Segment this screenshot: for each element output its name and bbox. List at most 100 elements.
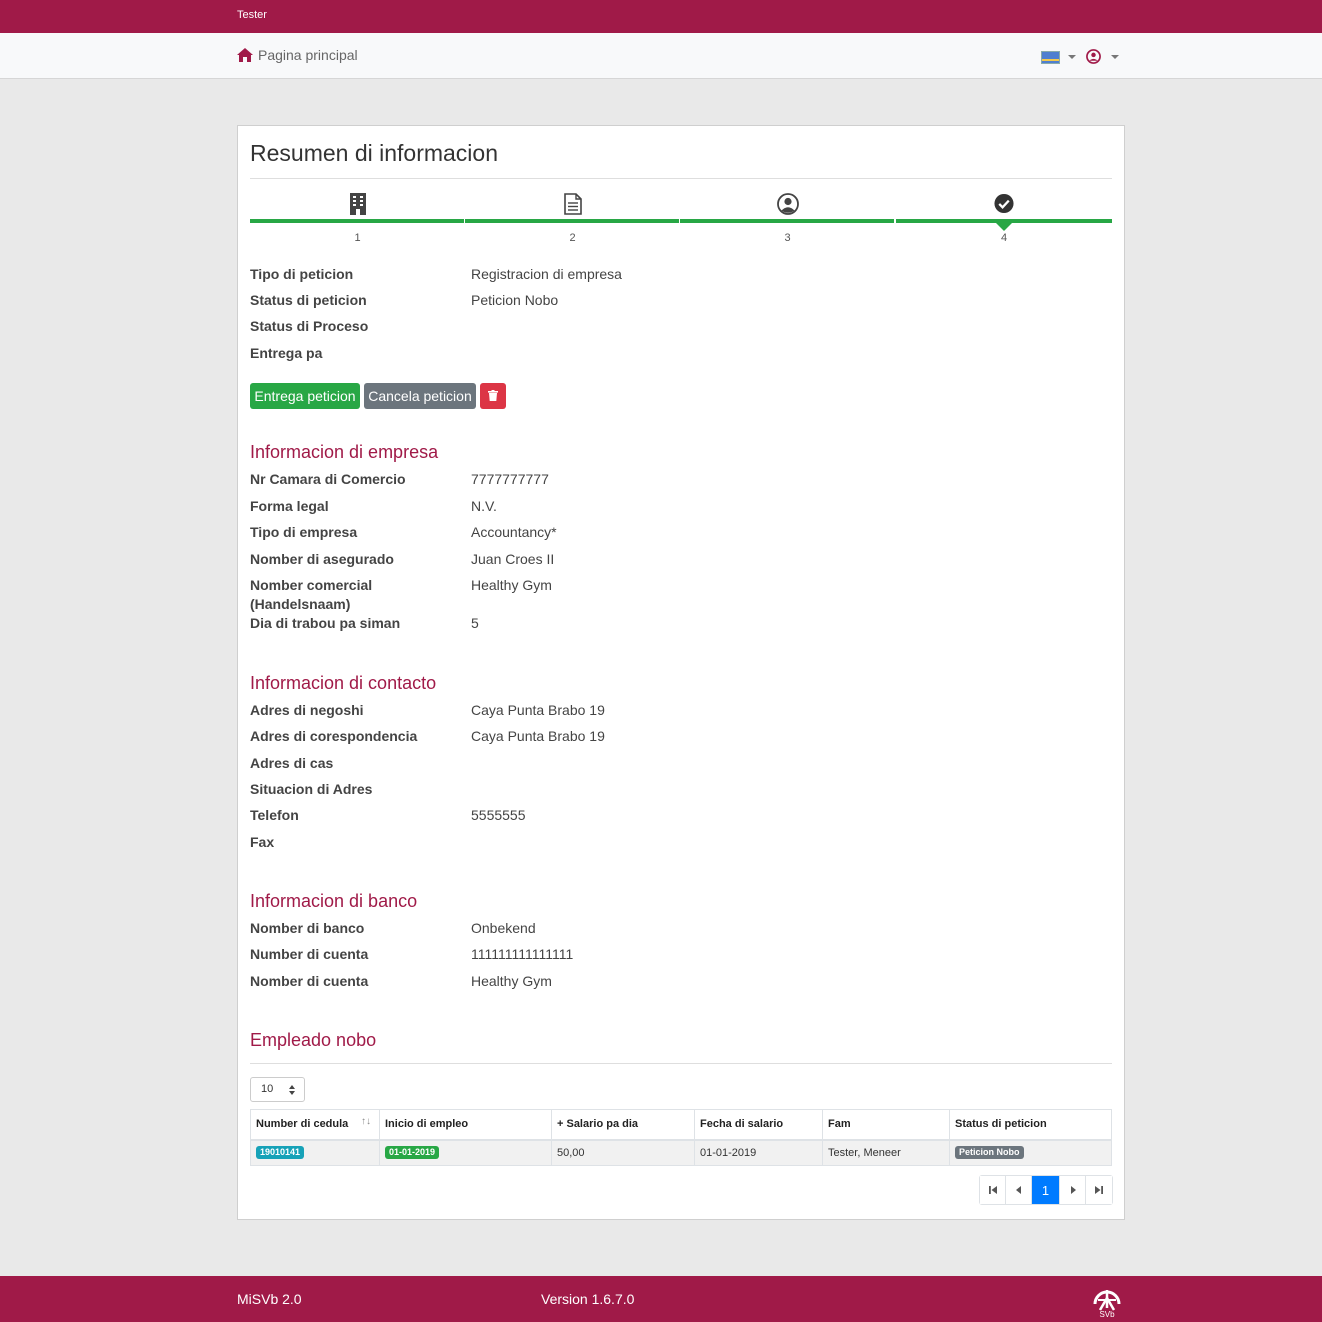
- field-label: Tipo di empresa: [250, 524, 358, 540]
- step-1[interactable]: 1: [250, 188, 465, 248]
- page-size-select[interactable]: 10: [250, 1077, 305, 1102]
- field-label: Situacion di Adres: [250, 781, 373, 797]
- delete-request-button[interactable]: [480, 383, 506, 409]
- page-button[interactable]: 1: [1032, 1176, 1060, 1204]
- check-circle-icon: [994, 193, 1014, 214]
- employee-table: Number di cedula ↑↓ Inicio di empleo + Sa…: [250, 1109, 1112, 1166]
- user-caret-icon[interactable]: [1111, 55, 1119, 59]
- field-label: Status di Proceso: [250, 318, 369, 334]
- home-label: Pagina principal: [258, 47, 358, 63]
- cell-status: Peticion Nobo: [949, 1139, 1112, 1166]
- table-row[interactable]: 19010141 01-01-2019 50,00 01-01-2019 Tes…: [250, 1139, 1112, 1166]
- section-title-contacto: Informacion di contacto: [250, 673, 437, 693]
- field-value: Juan Croes II: [471, 551, 555, 567]
- cell-cedula: 19010141: [250, 1139, 380, 1166]
- field-label: Nomber di cuenta: [250, 973, 369, 989]
- step-1-bar: [250, 219, 464, 223]
- home-link[interactable]: Pagina principal: [237, 47, 358, 63]
- svg-text:SVb: SVb: [1099, 1310, 1115, 1318]
- table-header-row: Number di cedula ↑↓ Inicio di empleo + Sa…: [250, 1109, 1112, 1141]
- active-step-indicator: [996, 223, 1012, 231]
- field-label: Adres di corespondencia: [250, 728, 418, 744]
- step-2[interactable]: 2: [465, 188, 680, 248]
- column-header-inicio[interactable]: Inicio di empleo: [379, 1109, 552, 1141]
- step-3-number: 3: [784, 232, 791, 244]
- step-4[interactable]: 4: [896, 188, 1112, 248]
- submit-request-button[interactable]: Entrega peticion: [250, 383, 360, 409]
- step-4-number: 4: [1000, 232, 1008, 244]
- column-header-status[interactable]: Status di peticion: [949, 1109, 1112, 1141]
- field-label: Fax: [250, 834, 275, 850]
- select-down-arrow-icon: [289, 1091, 295, 1095]
- field-value: Onbekend: [471, 920, 536, 936]
- trash-icon: [488, 390, 498, 401]
- next-page-button[interactable]: [1060, 1176, 1086, 1204]
- last-page-icon: [1095, 1186, 1103, 1194]
- summary-card: Resumen di informacion 1 2 3 4 Tipo di p…: [237, 125, 1125, 1220]
- field-value: Healthy Gym: [471, 577, 552, 593]
- step-2-number: 2: [569, 232, 576, 244]
- app-version: Version 1.6.7.0: [541, 1291, 635, 1307]
- field-label: Dia di trabou pa siman: [250, 615, 401, 631]
- cancel-request-button[interactable]: Cancela peticion: [364, 383, 476, 409]
- field-value: 5555555: [471, 807, 526, 823]
- field-value: N.V.: [471, 498, 497, 514]
- progress-steps: 1 2 3 4: [250, 188, 1112, 248]
- field-value: 7777777777: [471, 471, 549, 487]
- step-1-number: 1: [354, 232, 361, 244]
- first-page-icon: [988, 1186, 997, 1194]
- field-label: Entrega pa: [250, 345, 323, 361]
- field-label: Telefon: [250, 807, 299, 823]
- field-label: Tipo di peticion: [250, 266, 354, 282]
- next-page-icon: [1070, 1186, 1076, 1194]
- previous-page-icon: [1015, 1186, 1021, 1194]
- column-header-cedula[interactable]: Number di cedula ↑↓: [250, 1109, 380, 1141]
- page-size-value: 10: [261, 1083, 274, 1095]
- column-header-fecha[interactable]: Fecha di salario: [694, 1109, 823, 1141]
- inicio-badge: 01-01-2019: [385, 1146, 440, 1160]
- page-title: Resumen di informacion: [250, 140, 499, 166]
- field-value: Caya Punta Brabo 19: [471, 728, 605, 744]
- user-name: Tester: [237, 9, 267, 21]
- first-page-button[interactable]: [980, 1176, 1006, 1204]
- field-label: Adres di cas: [250, 755, 334, 771]
- user-menu-icon[interactable]: [1086, 49, 1101, 64]
- home-icon: [237, 48, 253, 62]
- field-value: Accountancy*: [471, 524, 557, 540]
- language-flag-icon[interactable]: [1041, 51, 1060, 64]
- field-value: 5: [471, 615, 479, 631]
- field-value: Peticion Nobo: [471, 292, 559, 308]
- last-page-button[interactable]: [1086, 1176, 1112, 1204]
- field-label: Number di cuenta: [250, 946, 369, 962]
- field-value: 111111111111111: [471, 946, 574, 962]
- column-header-salario[interactable]: + Salario pa dia: [551, 1109, 695, 1141]
- section-title-banco: Informacion di banco: [250, 891, 418, 911]
- field-label: Adres di negoshi: [250, 702, 364, 718]
- step-3[interactable]: 3: [680, 188, 895, 248]
- sort-icon[interactable]: ↑↓: [361, 1116, 371, 1127]
- step-2-bar: [465, 219, 679, 223]
- user-circle-icon: [776, 193, 799, 215]
- field-label: Status di peticion: [250, 292, 367, 308]
- field-label-continued: (Handelsnaam): [250, 596, 351, 612]
- section-title-empresa: Informacion di empresa: [250, 442, 439, 462]
- previous-page-button[interactable]: [1006, 1176, 1032, 1204]
- footer: MiSVb 2.0 Version 1.6.7.0 SVb: [0, 1276, 1322, 1322]
- navbar: Pagina principal: [0, 33, 1322, 79]
- cedula-badge: 19010141: [256, 1146, 305, 1160]
- building-icon: [349, 193, 366, 215]
- pagination: 1: [979, 1175, 1113, 1205]
- svb-logo-icon: SVb: [1093, 1290, 1121, 1318]
- cell-salario: 50,00: [551, 1139, 695, 1166]
- status-badge: Peticion Nobo: [955, 1146, 1024, 1160]
- cell-fecha: 01-01-2019: [694, 1139, 823, 1166]
- step-3-bar: [680, 219, 894, 223]
- column-header-fam[interactable]: Fam: [822, 1109, 950, 1141]
- document-icon: [563, 193, 582, 215]
- field-value: Registracion di empresa: [471, 266, 622, 282]
- field-label: Nr Camara di Comercio: [250, 471, 406, 487]
- section-title-empleado: Empleado nobo: [250, 1030, 377, 1050]
- field-value: Healthy Gym: [471, 973, 552, 989]
- language-caret-icon[interactable]: [1068, 55, 1076, 59]
- top-bar: Tester: [0, 0, 1322, 33]
